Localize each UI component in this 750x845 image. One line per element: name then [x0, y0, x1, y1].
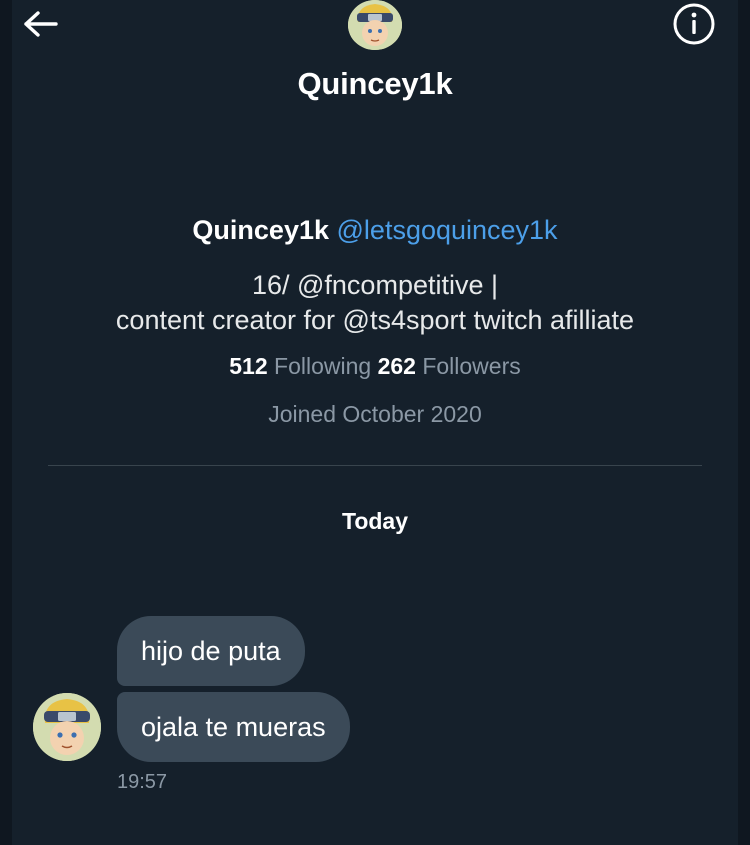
conversation-info-button[interactable] — [670, 2, 718, 46]
profile-bio: 16/ @fncompetitive | content creator for… — [0, 268, 750, 338]
divider — [48, 465, 702, 466]
profile-stats: 512 Following 262 Followers — [0, 353, 750, 380]
followers-link[interactable]: 262 Followers — [378, 353, 521, 379]
followers-label: Followers — [422, 353, 521, 379]
profile-handle[interactable]: @letsgoquincey1k — [337, 215, 558, 245]
info-circle-icon — [673, 3, 715, 45]
day-separator: Today — [341, 508, 409, 534]
followers-count: 262 — [377, 353, 416, 379]
sender-avatar[interactable] — [33, 693, 101, 761]
following-link[interactable]: 512 Following — [229, 353, 377, 379]
profile-name[interactable]: Quincey1k — [192, 215, 329, 245]
header-title: Quincey1k — [297, 66, 453, 101]
back-button[interactable] — [20, 6, 62, 42]
arrow-left-icon — [24, 11, 58, 37]
following-label: Following — [274, 353, 372, 379]
message-timestamp: 19:57 — [117, 771, 168, 793]
joined-date: Joined October 2020 — [268, 401, 482, 427]
header-avatar[interactable] — [348, 0, 402, 50]
message-bubble[interactable]: hijo de puta — [117, 616, 305, 686]
profile-name-row: Quincey1k @letsgoquincey1k — [0, 215, 750, 246]
following-count: 512 — [229, 353, 268, 379]
bio-line-1: 16/ @fncompetitive | — [251, 270, 499, 300]
message-bubble[interactable]: ojala te mueras — [117, 692, 350, 762]
bio-line-2: content creator for @ts4sport twitch afi… — [115, 305, 635, 335]
